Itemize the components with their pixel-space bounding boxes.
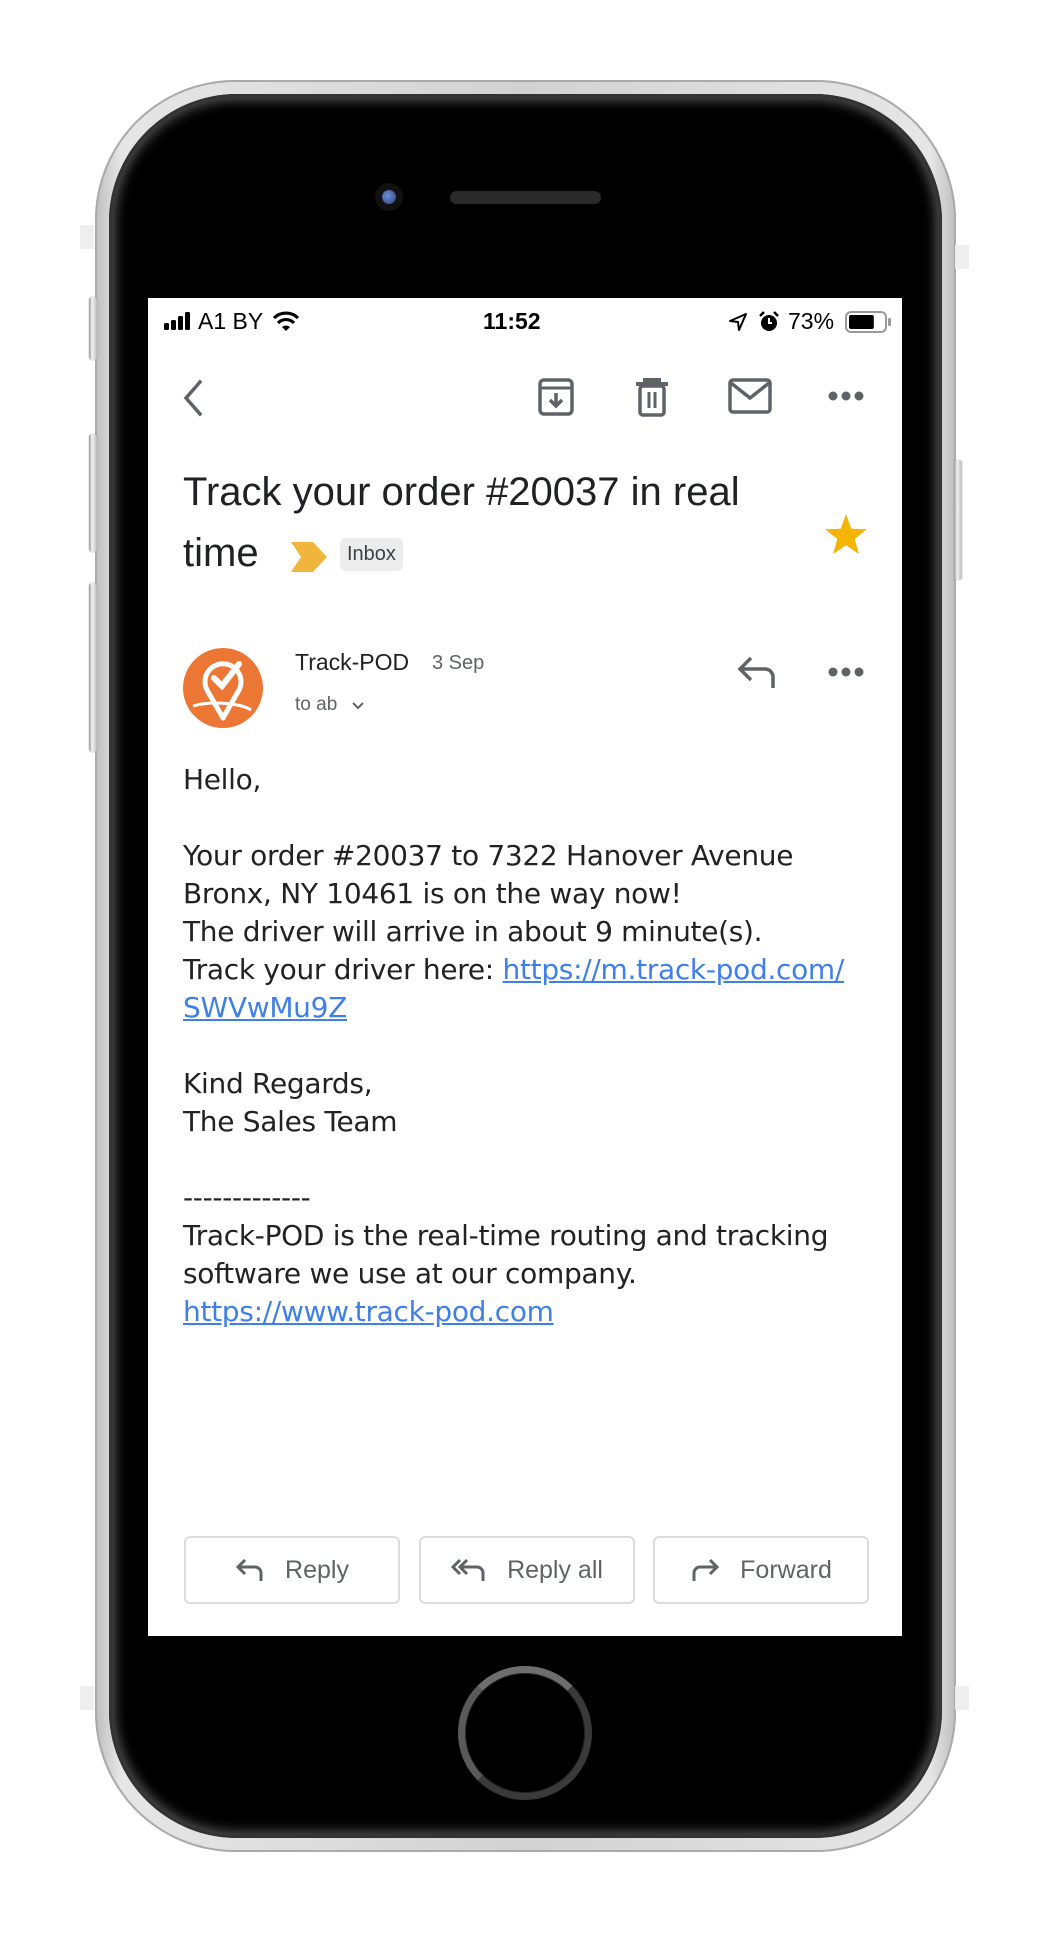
body-line: The driver will arrive in about 9 minute…	[183, 915, 763, 948]
email-subject-line1: Track your order #20037 in real	[183, 470, 740, 514]
location-icon	[729, 313, 747, 331]
status-bar: A1 BY 11:52 73%	[164, 308, 891, 336]
reply-label: Reply	[285, 1555, 349, 1584]
earpiece-speaker	[450, 191, 601, 204]
email-date: 3 Sep	[432, 652, 485, 674]
body-footer: software we use at our company.	[183, 1257, 637, 1290]
recipient-label[interactable]: to ab	[295, 694, 337, 716]
reply-all-label: Reply all	[507, 1555, 603, 1584]
clock: 11:52	[483, 308, 541, 334]
screen: A1 BY 11:52 73% Track your order #20037 …	[148, 298, 902, 1636]
star-icon[interactable]	[825, 514, 867, 554]
power-button	[954, 460, 962, 580]
back-icon[interactable]	[180, 378, 210, 418]
antenna-band	[955, 1686, 969, 1710]
reply-icon	[235, 1558, 263, 1581]
body-footer: Track-POD is the real-time routing and t…	[183, 1219, 829, 1252]
front-camera	[375, 183, 403, 211]
antenna-band	[955, 245, 969, 269]
reply-all-button[interactable]: Reply all	[419, 1536, 635, 1604]
email-subject-line2: time	[183, 531, 259, 575]
body-line: Track your driver here: https://m.track-…	[183, 953, 844, 986]
archive-icon[interactable]	[537, 377, 575, 417]
forward-label: Forward	[740, 1555, 832, 1584]
message-more-icon[interactable]	[828, 666, 864, 678]
antenna-band	[80, 225, 94, 249]
mark-unread-icon[interactable]	[728, 378, 772, 414]
body-line: Your order #20037 to 7322 Hanover Avenue	[183, 839, 794, 872]
forward-button[interactable]: Forward	[653, 1536, 869, 1604]
body-closing: Kind Regards,	[183, 1067, 373, 1100]
more-options-icon[interactable]	[828, 390, 864, 402]
important-marker-icon[interactable]	[291, 542, 327, 572]
body-signature: The Sales Team	[183, 1105, 398, 1138]
body-text: Track your driver here:	[183, 953, 503, 986]
chevron-down-icon[interactable]	[351, 701, 365, 711]
forward-icon	[692, 1558, 720, 1581]
wifi-icon	[272, 311, 300, 331]
battery-percent: 73%	[788, 308, 835, 334]
body-separator: -------------	[183, 1181, 311, 1214]
website-link[interactable]: https://www.track-pod.com	[183, 1295, 554, 1328]
reply-all-icon	[451, 1558, 485, 1581]
battery-icon	[845, 311, 891, 333]
volume-up-button	[89, 434, 97, 552]
home-button[interactable]	[458, 1666, 592, 1800]
sender-avatar[interactable]	[183, 648, 263, 728]
track-pod-logo-icon	[192, 661, 252, 721]
volume-down-button	[89, 583, 97, 752]
antenna-band	[80, 1686, 94, 1710]
body-footer-line: https://www.track-pod.com	[183, 1295, 554, 1328]
tracking-link[interactable]: https://m.track-pod.com/	[503, 953, 845, 986]
carrier-name: A1 BY	[198, 308, 264, 334]
alarm-icon	[759, 311, 779, 331]
tracking-link-continued[interactable]: SWVwMu9Z	[183, 991, 347, 1024]
signal-icon	[164, 312, 190, 330]
inbox-label[interactable]: Inbox	[340, 538, 403, 571]
body-greeting: Hello,	[183, 763, 262, 796]
reply-icon[interactable]	[737, 655, 777, 689]
body-line: SWVwMu9Z	[183, 991, 347, 1024]
reply-button[interactable]: Reply	[184, 1536, 400, 1604]
sender-name[interactable]: Track-POD	[295, 649, 409, 676]
body-line: Bronx, NY 10461 is on the way now!	[183, 877, 682, 910]
mute-switch	[89, 297, 97, 360]
trash-icon[interactable]	[634, 376, 670, 418]
